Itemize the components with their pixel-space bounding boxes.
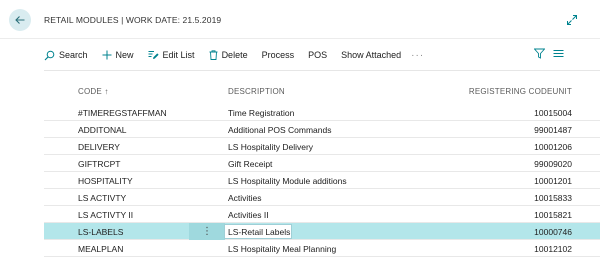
column-header-codeunit[interactable]: REGISTERING CODEUNIT [469, 87, 572, 96]
cell-codeunit: 10001206 [534, 142, 572, 152]
more-options-button[interactable]: ··· [411, 46, 424, 64]
cell-code[interactable]: GIFTRCPT [78, 159, 121, 169]
cell-description: LS Hospitality Meal Planning [228, 244, 337, 254]
cell-code[interactable]: LS ACTIVTY [78, 193, 126, 203]
table-row[interactable]: LS ACTIVTY Activities 10015833 [44, 189, 600, 206]
cell-description: Time Registration [228, 108, 295, 118]
cell-code[interactable]: MEALPLAN [78, 244, 123, 254]
table-row[interactable]: ADDITONAL Additional POS Commands 99001487 [44, 121, 600, 138]
new-label: New [115, 50, 134, 60]
edit-list-label: Edit List [162, 50, 195, 60]
cell-description: LS Hospitality Delivery [228, 142, 314, 152]
cell-description: Activities II [228, 210, 269, 220]
table-row[interactable]: #TIMEREGSTAFFMAN Time Registration 1001500… [44, 104, 600, 121]
search-button[interactable]: Search [44, 46, 88, 64]
action-bar: Search New Edit List Delete Process POS [44, 46, 564, 64]
delete-button[interactable]: Delete [209, 46, 248, 64]
pos-menu[interactable]: POS [308, 46, 327, 64]
column-header-code[interactable]: CODE ↑ [78, 87, 109, 96]
list-view-icon[interactable] [553, 48, 564, 59]
edit-list-button[interactable]: Edit List [148, 46, 195, 64]
cell-description: Gift Receipt [228, 159, 273, 169]
edit-list-icon [148, 51, 159, 59]
cell-codeunit: 10015833 [534, 193, 572, 203]
cell-code[interactable]: DELIVERY [78, 142, 120, 152]
table-row[interactable]: LS ACTIVTY II Activities II 10015821 [44, 206, 600, 223]
cell-code[interactable]: HOSPITALITY [78, 176, 133, 186]
table-row[interactable]: DELIVERY LS Hospitality Delivery 10001206 [44, 138, 600, 155]
table-row[interactable]: HOSPITALITY LS Hospitality Module additio… [44, 172, 600, 189]
filter-icon[interactable] [534, 48, 545, 59]
cell-codeunit: 99001487 [534, 125, 572, 135]
table-row[interactable]: GIFTRCPT Gift Receipt 99009020 [44, 155, 600, 172]
expand-button[interactable] [564, 12, 580, 28]
cell-code[interactable]: LS-LABELS [78, 227, 123, 237]
page-title: RETAIL MODULES | WORK DATE: 21.5.2019 [44, 15, 222, 25]
cell-code[interactable]: LS ACTIVTY II [78, 210, 133, 220]
cell-codeunit: 10012102 [534, 244, 572, 254]
cell-description: Activities [228, 193, 262, 203]
table-row[interactable]: ⋮ LS-LABELS LS-Retail Labels 10000746 [44, 223, 600, 240]
show-attached-menu[interactable]: Show Attached [341, 46, 401, 64]
pos-label: POS [308, 50, 328, 60]
plus-icon [102, 50, 112, 60]
list-tools [534, 48, 564, 59]
cell-codeunit: 99009020 [534, 159, 572, 169]
search-label: Search [59, 50, 88, 60]
cell-description: LS-Retail Labels [228, 227, 291, 237]
row-actions-icon[interactable]: ⋮ [189, 223, 225, 240]
cell-codeunit: 10015004 [534, 108, 572, 118]
cell-description: LS Hospitality Module additions [228, 176, 347, 186]
new-button[interactable]: New [102, 46, 134, 64]
expand-icon [567, 15, 577, 25]
process-menu[interactable]: Process [262, 46, 295, 64]
delete-label: Delete [221, 50, 248, 60]
cell-code[interactable]: #TIMEREGSTAFFMAN [78, 108, 167, 118]
page-header: RETAIL MODULES | WORK DATE: 21.5.2019 [0, 0, 600, 38]
back-button[interactable] [9, 9, 31, 31]
arrow-left-icon [15, 16, 25, 24]
trash-icon [209, 50, 218, 60]
process-label: Process [261, 50, 295, 60]
cell-codeunit: 10015821 [534, 210, 572, 220]
table-row[interactable]: MEALPLAN LS Hospitality Meal Planning 1001… [44, 240, 600, 257]
list-page: Search New Edit List Delete Process POS [0, 38, 600, 268]
cell-codeunit: 10001201 [534, 176, 572, 186]
cell-code[interactable]: ADDITONAL [78, 125, 127, 135]
toolbar-divider [44, 70, 600, 71]
cell-codeunit: 10000746 [534, 227, 572, 237]
column-header-description[interactable]: DESCRIPTION [228, 87, 285, 96]
cell-description: Additional POS Commands [228, 125, 332, 135]
search-icon [44, 50, 55, 60]
show-attached-label: Show Attached [341, 50, 402, 60]
